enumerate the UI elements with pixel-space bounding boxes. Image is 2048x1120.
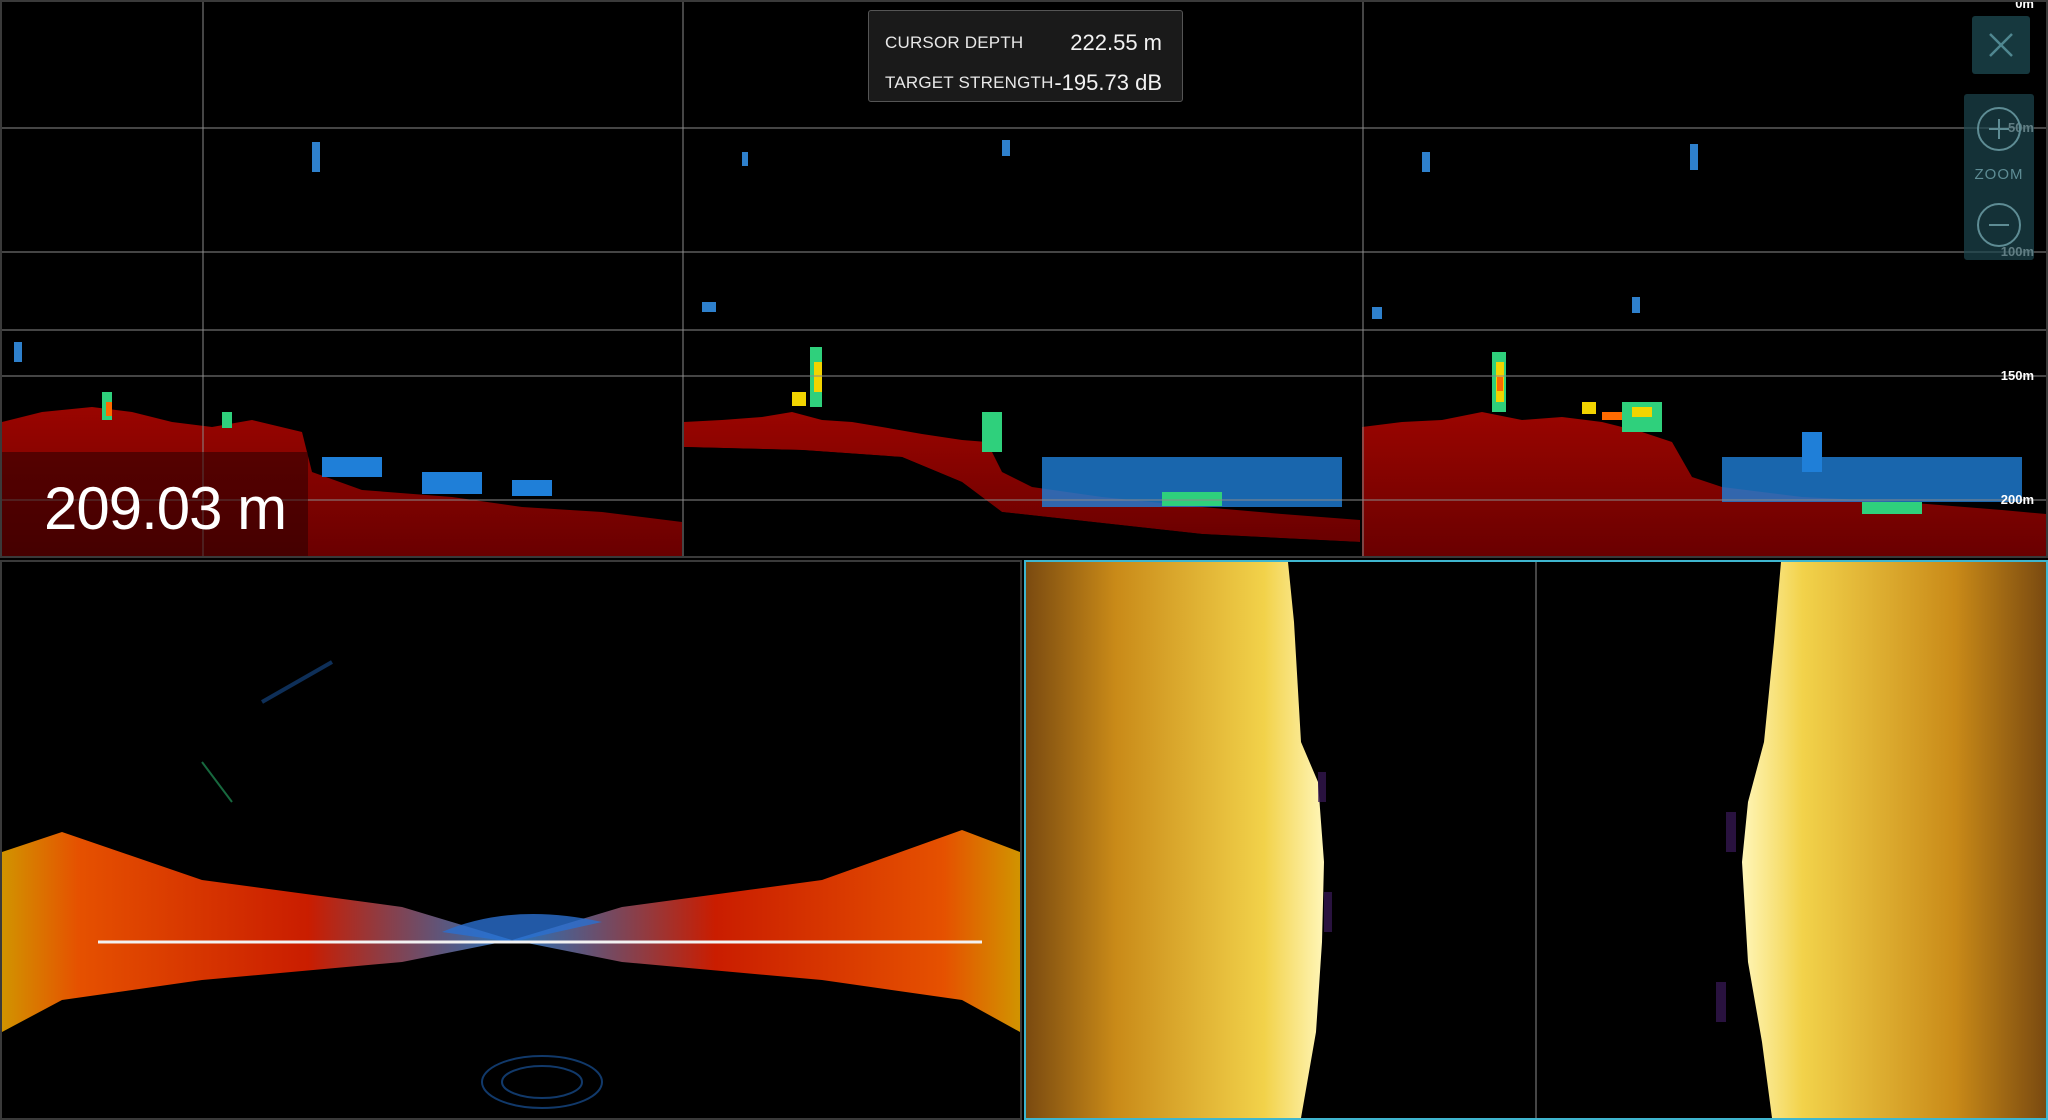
zoom-in-button[interactable] — [1976, 106, 2022, 152]
depth-scale-0: 0m — [2015, 0, 2034, 11]
close-icon — [1989, 33, 2013, 57]
cursor-depth-row: CURSOR DEPTH 222.55 m — [885, 27, 1162, 59]
zoom-control: ZOOM — [1964, 94, 2034, 260]
sidescan-image — [1026, 562, 2046, 1118]
target-strength-row: TARGET STRENGTH -195.73 dB — [885, 67, 1162, 99]
sonar-display: 0m 50m 100m 150m 200m CURSOR DEPTH 222.5… — [0, 0, 2048, 1120]
depth-scale-150: 150m — [2000, 368, 2034, 383]
depth-value: 209.03 m — [44, 475, 287, 542]
forward-sonar-image — [2, 660, 1020, 1109]
cursor-depth-label: CURSOR DEPTH — [885, 33, 1024, 52]
target-strength-value: -195.73 dB — [1054, 70, 1162, 95]
zoom-out-icon — [1977, 203, 2021, 247]
cursor-depth-value: 222.55 m — [1070, 30, 1162, 55]
zoom-label: ZOOM — [1974, 166, 2024, 183]
sidescan-pane[interactable] — [1024, 560, 2048, 1120]
echogram-pane[interactable]: 0m 50m 100m 150m 200m CURSOR DEPTH 222.5… — [0, 0, 2048, 558]
cursor-readout-panel: CURSOR DEPTH 222.55 m TARGET STRENGTH -1… — [868, 10, 1183, 102]
forward-sonar-pane[interactable] — [0, 560, 1022, 1120]
zoom-out-button[interactable] — [1976, 202, 2022, 248]
depth-scale-200: 200m — [2000, 492, 2034, 507]
target-strength-label: TARGET STRENGTH — [885, 73, 1054, 92]
close-button[interactable] — [1972, 16, 2030, 74]
depth-readout: 209.03 m — [2, 452, 308, 556]
zoom-in-icon — [1977, 107, 2021, 151]
